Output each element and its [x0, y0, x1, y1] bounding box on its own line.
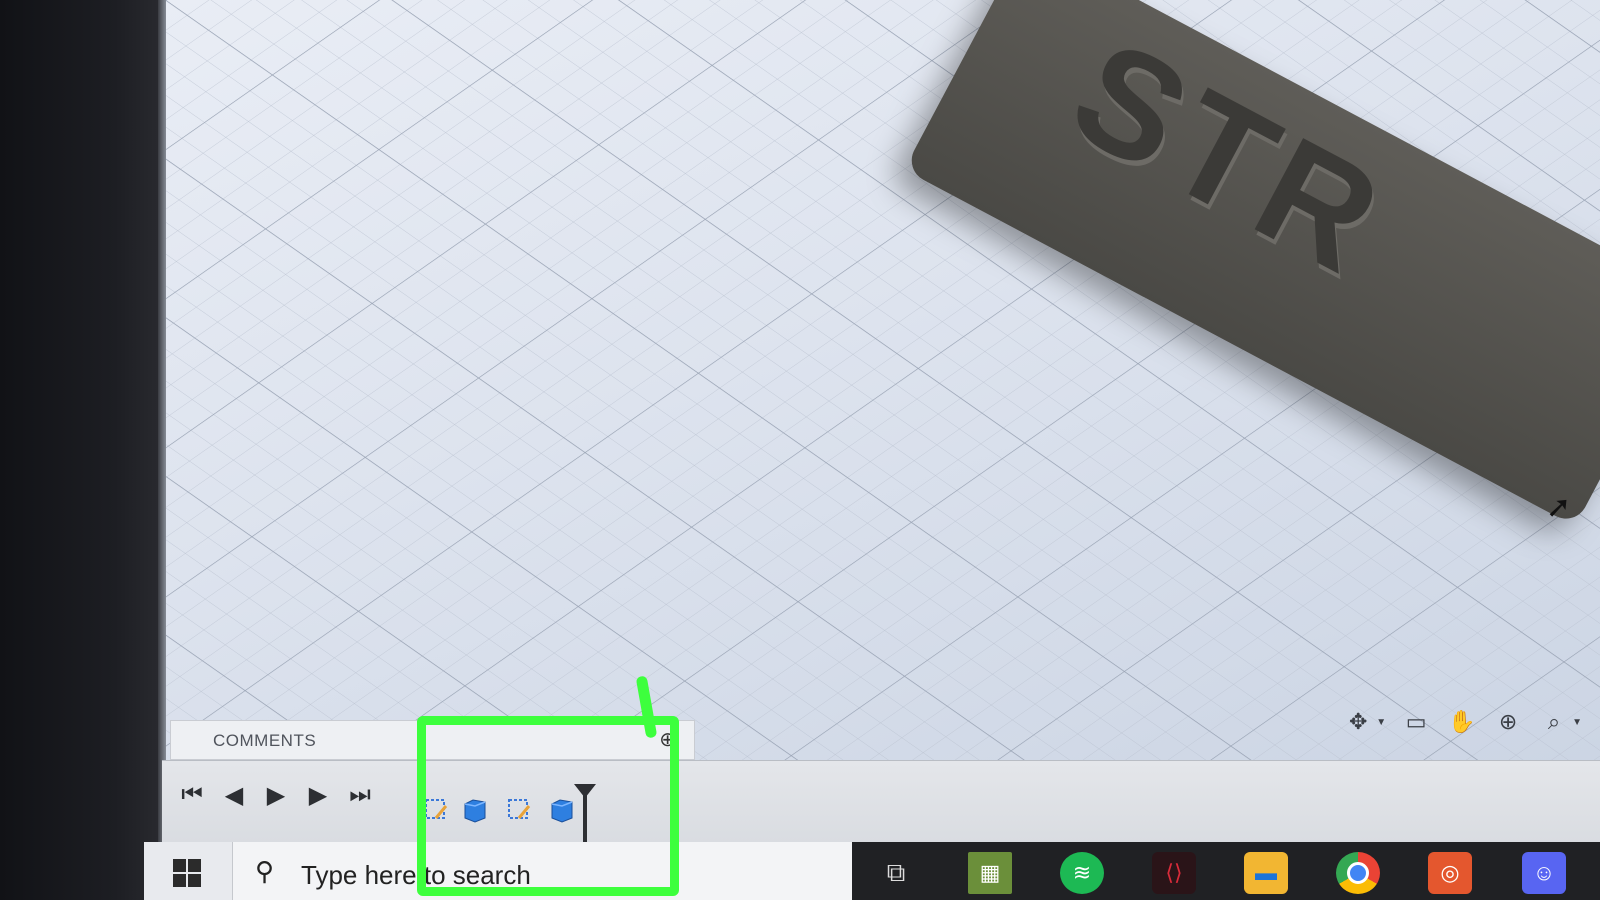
chevron-down-icon[interactable]: ▼ — [1376, 717, 1386, 728]
comments-label: COMMENTS — [213, 731, 317, 750]
green-annotation-box — [417, 716, 679, 896]
monitor-bezel — [0, 0, 165, 900]
minecraft-icon[interactable]: ▦ — [968, 852, 1012, 894]
instagram-icon[interactable]: ◎ — [1428, 852, 1472, 894]
windows-start-icon[interactable] — [172, 858, 202, 888]
taskbar-apps-area — [852, 842, 1600, 900]
search-icon: ⚲ — [255, 856, 275, 886]
play-icon[interactable]: ▶ — [260, 779, 292, 811]
file-explorer-icon[interactable]: ▬ — [1244, 852, 1288, 894]
skip-to-end-icon[interactable]: ⏭ — [344, 779, 376, 811]
step-forward-icon[interactable]: ▶ — [302, 779, 334, 811]
chevron-down-icon[interactable]: ▼ — [1572, 717, 1582, 728]
spotify-icon[interactable]: ≋ — [1060, 852, 1104, 894]
skip-to-start-icon[interactable]: ⏮ — [176, 779, 208, 811]
design-viewport[interactable]: STR — [166, 0, 1600, 760]
fit-icon[interactable]: ⌕ — [1538, 706, 1570, 738]
step-back-icon[interactable]: ◀ — [218, 779, 250, 811]
timeline-bar: ⏮ ◀ ▶ ▶ ⏭ — [162, 760, 1600, 843]
discord-icon[interactable]: ☺ — [1522, 852, 1566, 894]
navigation-toolbar: ✥ ▼ ▭ ✋ ⊕ ⌕ ▼ — [1342, 706, 1582, 738]
task-view-icon[interactable]: ⧉ — [874, 852, 918, 894]
pan-icon[interactable]: ✋ — [1446, 706, 1478, 738]
mouse-cursor-icon: ➚ — [1546, 491, 1572, 524]
acer-predator-icon[interactable]: ⟨⟩ — [1152, 852, 1196, 894]
zoom-icon[interactable]: ⊕ — [1492, 706, 1524, 738]
look-at-icon[interactable]: ▭ — [1400, 706, 1432, 738]
orbit-icon[interactable]: ✥ — [1342, 706, 1374, 738]
chrome-icon[interactable] — [1336, 852, 1380, 894]
